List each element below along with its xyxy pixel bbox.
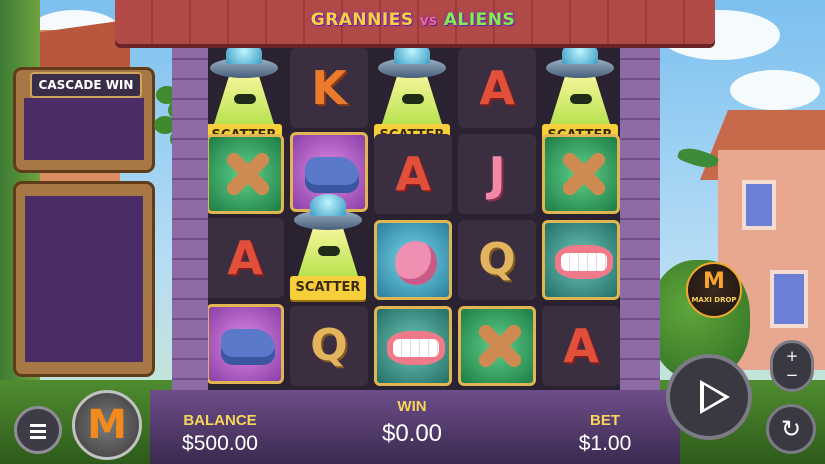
letter-a-symbol: A [458, 48, 536, 128]
purse-symbol [374, 220, 452, 300]
letter-a: A [395, 147, 431, 201]
scatter-symbol: SCATTER [288, 192, 368, 308]
maxi-drop-letter: M [703, 269, 725, 294]
cascade-win-title: CASCADE WIN [30, 72, 142, 98]
bet-value: $1.00 [578, 432, 632, 455]
balance-label: BALANCE [183, 412, 257, 429]
ufo-icon [394, 42, 430, 64]
slipper-icon [305, 157, 359, 193]
letter-q: Q [310, 320, 348, 371]
slipper-symbol [206, 304, 284, 384]
house-window [742, 180, 776, 230]
dentures-icon [555, 245, 613, 279]
cloud [730, 70, 820, 110]
brick-wall-right [620, 40, 660, 400]
dentures-symbol [542, 220, 620, 300]
dentures-icon [387, 331, 445, 365]
letter-j: J [488, 147, 506, 201]
play-icon [700, 380, 730, 414]
bet-adjust-control[interactable]: + − [770, 340, 814, 392]
letter-a: A [563, 319, 599, 373]
ufo-icon [226, 42, 262, 64]
letter-q-symbol: Q [458, 220, 536, 300]
bet-increase-button[interactable]: + [773, 347, 811, 366]
menu-icon [30, 424, 46, 427]
maxi-drop-text: MAXI DROP [691, 296, 737, 304]
rolling-pin-symbol [542, 134, 620, 214]
cascade-board-display [25, 196, 143, 362]
bet-decrease-button[interactable]: − [773, 366, 811, 385]
letter-a-symbol: A [542, 306, 620, 386]
letter-q-symbol: Q [290, 306, 368, 386]
bet-label: BET [590, 412, 620, 429]
letter-k: K [311, 61, 347, 115]
letter-a-symbol: A [374, 134, 452, 214]
maxi-drop-badge[interactable]: M MAXI DROP [686, 262, 742, 318]
autoplay-button[interactable]: ↻ [766, 404, 816, 454]
scatter-label: SCATTER [290, 276, 366, 300]
letter-k-symbol: K [290, 48, 368, 128]
letter-q: Q [478, 234, 516, 285]
autoplay-icon: ↻ [780, 415, 802, 443]
slipper-icon [221, 329, 275, 365]
menu-button[interactable] [14, 406, 62, 454]
logo-vs: VS [420, 15, 438, 28]
balance-value: $500.00 [182, 432, 258, 455]
win-value: $0.00 [381, 420, 443, 447]
game-scene: CASCADE WIN SCATTER A K SC [0, 0, 825, 464]
cascade-win-display [24, 98, 144, 160]
provider-logo: M [72, 390, 142, 460]
letter-a-symbol: A [206, 218, 284, 298]
letter-a: A [227, 231, 263, 285]
brick-wall-left [172, 40, 208, 400]
logo-grannies: GRANNIES [310, 10, 414, 30]
reel-grid: SCATTER A K SCATTER Q SCATTER [204, 40, 622, 390]
letter-a: A [479, 61, 515, 115]
game-logo: GRANNIES VS ALIENS [288, 6, 538, 34]
letter-j-symbol: J [458, 134, 536, 214]
house-window [770, 270, 808, 328]
purse-icon [395, 241, 437, 285]
ufo-icon [310, 194, 346, 216]
rolling-pin-symbol [458, 306, 536, 386]
win-label: WIN [397, 398, 427, 415]
spin-button[interactable] [666, 354, 752, 440]
dentures-symbol [374, 306, 452, 386]
rolling-pin-symbol [206, 134, 284, 214]
ufo-icon [562, 42, 598, 64]
logo-aliens: ALIENS [443, 10, 516, 30]
